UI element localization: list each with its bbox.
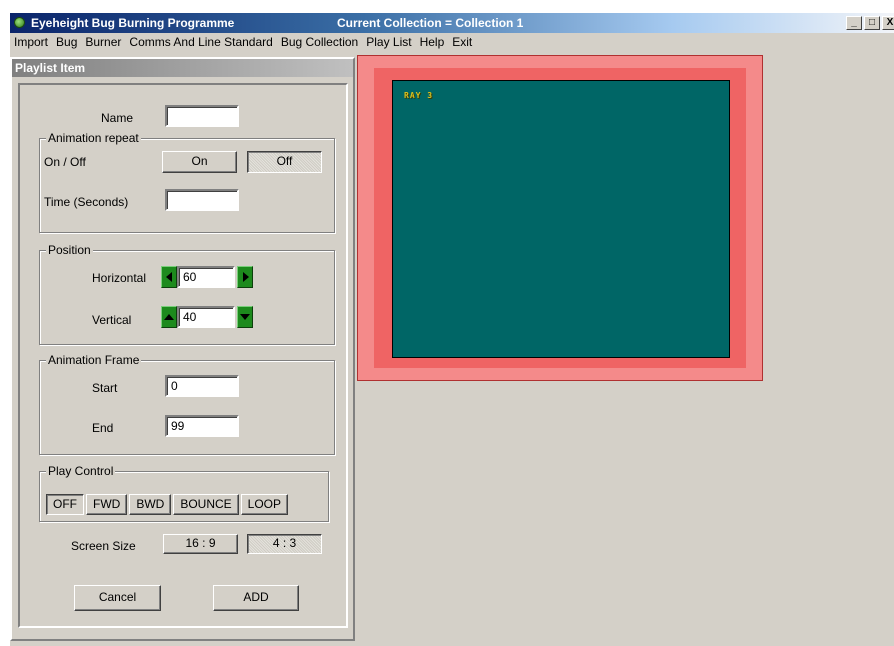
start-label: Start: [92, 381, 118, 395]
animation-repeat-group: Animation repeat On / Off On Off Time (S…: [39, 131, 335, 233]
vertical-up-button[interactable]: [161, 306, 177, 328]
arrow-down-icon: [240, 314, 250, 320]
name-input[interactable]: [165, 105, 239, 127]
name-label: Name: [101, 111, 134, 125]
menu-bug[interactable]: Bug: [52, 35, 81, 49]
play-fwd-button[interactable]: FWD: [86, 494, 128, 515]
horizontal-decrease-button[interactable]: [161, 266, 177, 288]
arrow-up-icon: [164, 314, 174, 320]
window-title: Eyeheight Bug Burning Programme: [31, 16, 235, 30]
app-window: Eyeheight Bug Burning Programme Current …: [10, 13, 894, 646]
menu-burner[interactable]: Burner: [81, 35, 125, 49]
bug-preview: RAY 3: [357, 55, 763, 381]
preview-screen[interactable]: RAY 3: [392, 80, 730, 358]
current-collection-label: Current Collection = Collection 1: [337, 16, 524, 30]
arrow-right-icon: [243, 272, 249, 282]
panel-title: Playlist Item: [12, 59, 353, 77]
close-button[interactable]: X: [882, 16, 894, 30]
time-seconds-label: Time (Seconds): [44, 195, 129, 209]
start-frame-input[interactable]: 0: [165, 375, 239, 397]
cancel-button[interactable]: Cancel: [74, 585, 161, 611]
screen-16-9-button[interactable]: 16 : 9: [163, 534, 238, 554]
menu-import[interactable]: Import: [10, 35, 52, 49]
play-bounce-button[interactable]: BOUNCE: [173, 494, 239, 515]
repeat-off-button[interactable]: Off: [247, 151, 322, 173]
vertical-label: Vertical: [92, 313, 132, 327]
add-button[interactable]: ADD: [213, 585, 299, 611]
play-off-button[interactable]: OFF: [46, 494, 84, 515]
animation-repeat-label: Animation repeat: [46, 131, 141, 145]
menu-bug-collection[interactable]: Bug Collection: [277, 35, 362, 49]
repeat-on-button[interactable]: On: [162, 151, 237, 173]
position-group: Position Horizontal 60 Vertical 40: [39, 243, 335, 345]
minimize-button[interactable]: _: [846, 16, 862, 30]
end-label: End: [92, 421, 114, 435]
play-control-label: Play Control: [46, 464, 116, 478]
play-control-group: Play Control OFF FWD BWD BOUNCE LOOP: [39, 464, 329, 522]
maximize-button[interactable]: □: [864, 16, 880, 30]
horizontal-increase-button[interactable]: [237, 266, 253, 288]
end-frame-input[interactable]: 99: [165, 415, 239, 437]
panel-body: Name Animation repeat On / Off On Off Ti…: [18, 83, 348, 628]
animation-frame-label: Animation Frame: [46, 353, 142, 367]
menu-comms-line-standard[interactable]: Comms And Line Standard: [125, 35, 276, 49]
bug-app-icon: [14, 17, 25, 28]
position-label: Position: [46, 243, 93, 257]
screen-size-label: Screen Size: [71, 539, 136, 553]
play-loop-button[interactable]: LOOP: [240, 494, 289, 515]
window-controls: _ □ X: [846, 16, 894, 30]
playlist-item-panel: Playlist Item Name Animation repeat On /…: [10, 57, 355, 641]
time-seconds-input[interactable]: [165, 189, 239, 211]
bug-logo: RAY 3: [404, 91, 434, 100]
play-bwd-button[interactable]: BWD: [129, 494, 172, 515]
vertical-input[interactable]: 40: [177, 306, 235, 328]
horizontal-input[interactable]: 60: [177, 266, 235, 288]
animation-frame-group: Animation Frame Start 0 End 99: [39, 353, 335, 455]
menu-play-list[interactable]: Play List: [362, 35, 415, 49]
title-bar[interactable]: Eyeheight Bug Burning Programme Current …: [10, 13, 894, 33]
menu-bar: Import Bug Burner Comms And Line Standar…: [10, 33, 894, 51]
menu-help[interactable]: Help: [416, 35, 449, 49]
on-off-label: On / Off: [44, 155, 86, 169]
screen-4-3-button[interactable]: 4 : 3: [247, 534, 322, 554]
horizontal-label: Horizontal: [92, 271, 147, 285]
vertical-down-button[interactable]: [237, 306, 253, 328]
play-control-options: OFF FWD BWD BOUNCE LOOP: [46, 494, 290, 515]
arrow-left-icon: [166, 272, 172, 282]
menu-exit[interactable]: Exit: [448, 35, 476, 49]
